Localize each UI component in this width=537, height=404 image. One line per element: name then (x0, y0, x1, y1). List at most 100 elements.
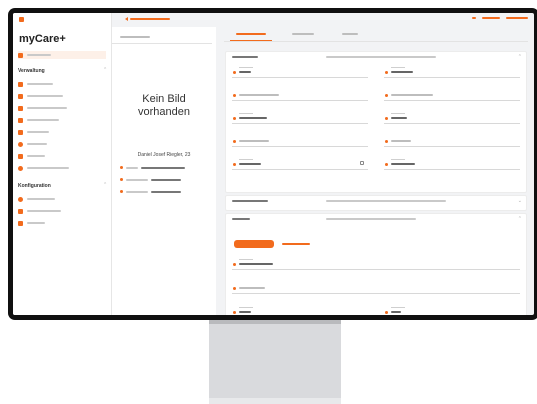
sidebar-item-9[interactable] (18, 195, 55, 203)
sidebar-item-11[interactable] (18, 219, 45, 227)
field-street[interactable] (232, 258, 520, 270)
tab-3[interactable] (342, 33, 358, 35)
top-actions (472, 17, 528, 19)
person-icon (233, 140, 236, 143)
calendar-icon (233, 163, 236, 166)
sidebar: myCare+ Verwaltung ⌃ Konfiguration ⌃ (13, 13, 112, 315)
sidebar-item-4[interactable] (18, 116, 59, 124)
no-image-line-2: vorhanden (138, 106, 190, 118)
field-2[interactable] (384, 66, 520, 78)
sidebar-item-2[interactable] (18, 92, 63, 100)
field-10[interactable] (384, 158, 520, 170)
no-image-line-1: Kein Bild (142, 93, 186, 105)
person-icon (18, 81, 23, 87)
info-value (151, 190, 181, 193)
logo-icon (19, 17, 24, 22)
field-5[interactable] (232, 112, 368, 124)
field-value (391, 311, 401, 313)
sidebar-item-label (27, 167, 69, 169)
sidebar-item-label (27, 143, 47, 145)
sidebar-item-8[interactable] (18, 164, 69, 172)
person-icon (120, 178, 123, 181)
sidebar-item-label (27, 222, 45, 224)
field-value (391, 163, 415, 165)
medkit-icon (18, 117, 23, 123)
field-label (391, 113, 405, 114)
person-icon (233, 94, 236, 97)
location-icon (233, 311, 236, 314)
chevron-up-icon[interactable]: ⌃ (103, 182, 107, 188)
primary-address-button[interactable] (234, 240, 274, 248)
app-screen: myCare+ Verwaltung ⌃ Konfiguration ⌃ Kei… (13, 13, 534, 315)
field-city[interactable] (384, 306, 520, 315)
collapsed-panel[interactable]: ⌄ (225, 195, 527, 211)
sidebar-item-10[interactable] (18, 207, 61, 215)
flag-icon (18, 208, 23, 214)
sidebar-item-label (27, 155, 45, 157)
chevron-up-icon[interactable]: ⌃ (518, 54, 522, 60)
field-zip[interactable] (232, 306, 368, 315)
info-label (126, 190, 148, 193)
info-row-name (120, 164, 185, 171)
person-icon (385, 71, 388, 74)
chevron-up-icon[interactable]: ⌃ (103, 67, 107, 73)
tab-2[interactable] (292, 33, 314, 35)
chevron-up-icon[interactable]: ⌃ (518, 216, 522, 222)
chart-icon (18, 165, 23, 171)
phone-icon (120, 190, 123, 193)
field-placeholder (239, 140, 269, 142)
person-icon (385, 94, 388, 97)
field-7[interactable] (232, 135, 368, 147)
action-link-1[interactable] (482, 17, 500, 19)
sidebar-section-verwaltung: Verwaltung (18, 68, 45, 74)
field-label (239, 307, 253, 308)
sidebar-item-7[interactable] (18, 152, 45, 160)
back-link-label (130, 18, 170, 20)
group-icon (18, 105, 23, 111)
panel-title (232, 218, 250, 220)
field-value (239, 263, 273, 265)
field-label (391, 307, 405, 308)
sidebar-item-home[interactable] (18, 51, 106, 59)
person-icon (385, 140, 388, 143)
sidebar-item-label (27, 210, 61, 212)
profile-card: Kein Bild vorhanden Daniel Josef Riegler… (112, 27, 216, 315)
field-value (391, 117, 407, 119)
sidebar-item-1[interactable] (18, 80, 53, 88)
sidebar-item-label (27, 131, 49, 133)
location-icon (233, 263, 236, 266)
chevron-down-icon[interactable]: ⌄ (518, 198, 522, 204)
sidebar-item-label (27, 54, 51, 56)
action-link-2[interactable] (506, 17, 528, 19)
field-8[interactable] (384, 135, 520, 147)
person-icon (385, 117, 388, 120)
app-title: myCare+ (19, 33, 66, 45)
field-1[interactable] (232, 66, 368, 78)
profile-card-tab[interactable] (120, 36, 150, 38)
minus-icon[interactable] (472, 17, 476, 19)
sidebar-item-5[interactable] (18, 128, 49, 136)
field-label (239, 67, 253, 68)
sidebar-section-konfiguration: Konfiguration (18, 183, 51, 189)
sidebar-item-3[interactable] (18, 104, 67, 112)
field-9[interactable] (232, 158, 368, 170)
field-3[interactable] (232, 89, 368, 101)
person-icon (385, 163, 388, 166)
field-label (391, 159, 405, 160)
tab-1[interactable] (236, 33, 266, 35)
info-value (151, 178, 181, 181)
field-6[interactable] (384, 112, 520, 124)
add-address-link[interactable] (282, 243, 310, 245)
gear-icon (18, 196, 23, 202)
info-label (126, 178, 148, 181)
address-panel: ⌃ (225, 213, 527, 315)
date-picker-icon[interactable] (360, 161, 364, 165)
field-placeholder (239, 287, 265, 289)
sidebar-item-6[interactable] (18, 140, 47, 148)
field-4[interactable] (384, 89, 520, 101)
back-link[interactable] (125, 17, 170, 21)
calendar-icon (18, 153, 23, 159)
person-icon (233, 117, 236, 120)
field-addition[interactable] (232, 282, 520, 294)
panel-title (232, 56, 258, 58)
